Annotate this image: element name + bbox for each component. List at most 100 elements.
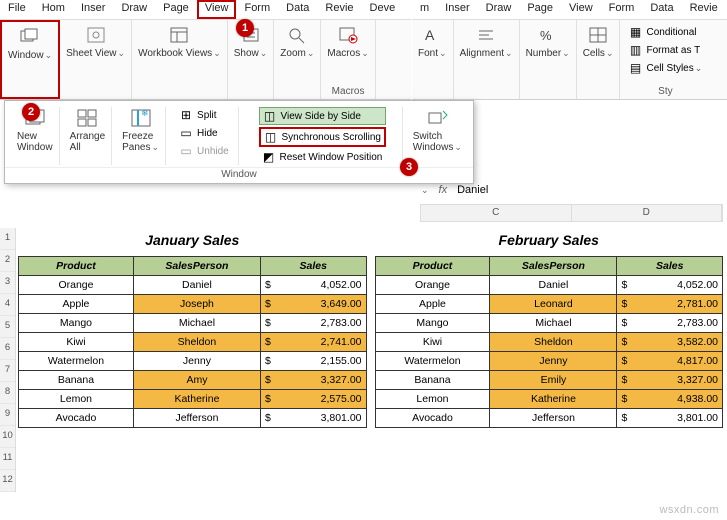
cell-sales[interactable]: $2,783.00 [617,314,723,333]
table-row[interactable]: LemonKatherine$4,938.00 [375,390,723,409]
row-2[interactable]: 2 [0,250,15,272]
cell-sales[interactable]: $3,801.00 [260,409,366,428]
reset-window-position-button[interactable]: ◩Reset Window Position [259,149,387,165]
row-12[interactable]: 12 [0,470,15,492]
fx-icon[interactable]: fx [439,184,448,196]
cell-salesperson[interactable]: Michael [490,314,617,333]
table-row[interactable]: MangoMichael$2,783.00 [375,314,723,333]
cell-sales[interactable]: $2,783.00 [260,314,366,333]
arrange-all-button[interactable]: Arrange All [70,107,106,153]
table-row[interactable]: WatermelonJenny$4,817.00 [375,352,723,371]
alignment-button[interactable]: Alignment [460,24,513,59]
number-button[interactable]: % Number [526,24,570,59]
cell-sales[interactable]: $4,817.00 [617,352,723,371]
cell-salesperson[interactable]: Sheldon [490,333,617,352]
cell-sales[interactable]: $4,052.00 [617,276,723,295]
cell-product[interactable]: Avocado [375,409,490,428]
tab-page[interactable]: Page [155,0,197,19]
tab2-home[interactable]: m [412,0,437,19]
unhide-button[interactable]: ▭Unhide [176,143,232,159]
row-6[interactable]: 6 [0,338,15,360]
cell-sales[interactable]: $3,801.00 [617,409,723,428]
cell-salesperson[interactable]: Katherine [133,390,260,409]
table-row[interactable]: AppleJoseph$3,649.00 [19,295,367,314]
row-4[interactable]: 4 [0,294,15,316]
tab-review[interactable]: Revie [317,0,361,19]
tab-home[interactable]: Hom [34,0,73,19]
tab-developer[interactable]: Deve [362,0,404,19]
cell-product[interactable]: Avocado [19,409,134,428]
sheet-view-button[interactable]: Sheet View [66,24,125,59]
table-row[interactable]: AvocadoJefferson$3,801.00 [19,409,367,428]
conditional-formatting-button[interactable]: ▦Conditional [626,24,704,40]
tab2-review[interactable]: Revie [682,0,726,19]
formula-dropdown[interactable] [420,184,429,196]
cell-salesperson[interactable]: Daniel [490,276,617,295]
tab2-view[interactable]: View [561,0,601,19]
tab2-data[interactable]: Data [642,0,681,19]
cell-product[interactable]: Watermelon [375,352,490,371]
cell-product[interactable]: Orange [19,276,134,295]
cell-product[interactable]: Apple [19,295,134,314]
cell-sales[interactable]: $4,938.00 [617,390,723,409]
cell-salesperson[interactable]: Joseph [133,295,260,314]
table-row[interactable]: BananaEmily$3,327.00 [375,371,723,390]
cell-sales[interactable]: $2,575.00 [260,390,366,409]
format-as-table-button[interactable]: ▥Format as T [626,42,704,58]
tab-data[interactable]: Data [278,0,317,19]
window-button[interactable]: Window [8,26,52,61]
cell-salesperson[interactable]: Katherine [490,390,617,409]
row-7[interactable]: 7 [0,360,15,382]
cell-sales[interactable]: $3,327.00 [617,371,723,390]
synchronous-scrolling-button[interactable]: ◫Synchronous Scrolling [259,127,387,147]
tab2-insert[interactable]: Inser [437,0,477,19]
zoom-button[interactable]: Zoom [280,24,314,59]
cell-sales[interactable]: $2,781.00 [617,295,723,314]
cell-product[interactable]: Kiwi [19,333,134,352]
tab-insert[interactable]: Inser [73,0,113,19]
switch-windows-button[interactable]: Switch Windows [413,107,462,153]
cell-sales[interactable]: $3,649.00 [260,295,366,314]
table-row[interactable]: KiwiSheldon$2,741.00 [19,333,367,352]
cell-product[interactable]: Mango [375,314,490,333]
row-9[interactable]: 9 [0,404,15,426]
cell-product[interactable]: Kiwi [375,333,490,352]
table-row[interactable]: BananaAmy$3,327.00 [19,371,367,390]
cell-salesperson[interactable]: Jenny [133,352,260,371]
tab2-form[interactable]: Form [601,0,643,19]
cell-product[interactable]: Banana [19,371,134,390]
cell-sales[interactable]: $3,327.00 [260,371,366,390]
table-row[interactable]: LemonKatherine$2,575.00 [19,390,367,409]
cell-sales[interactable]: $3,582.00 [617,333,723,352]
macros-button[interactable]: Macros [327,24,368,59]
tab-form[interactable]: Form [236,0,278,19]
cell-salesperson[interactable]: Emily [490,371,617,390]
tab2-draw[interactable]: Draw [478,0,520,19]
cell-styles-button[interactable]: ▤Cell Styles [626,60,704,76]
cell-salesperson[interactable]: Daniel [133,276,260,295]
table-row[interactable]: OrangeDaniel$4,052.00 [375,276,723,295]
cell-salesperson[interactable]: Sheldon [133,333,260,352]
hide-button[interactable]: ▭Hide [176,125,232,141]
cell-product[interactable]: Banana [375,371,490,390]
tab-view[interactable]: View [197,0,237,19]
cell-product[interactable]: Watermelon [19,352,134,371]
table-row[interactable]: AppleLeonard$2,781.00 [375,295,723,314]
cell-sales[interactable]: $2,741.00 [260,333,366,352]
cells-button[interactable]: Cells [583,24,614,59]
cell-salesperson[interactable]: Jenny [490,352,617,371]
font-button[interactable]: A Font [418,24,447,59]
row-5[interactable]: 5 [0,316,15,338]
workbook-views-button[interactable]: Workbook Views [138,24,221,59]
table-row[interactable]: OrangeDaniel$4,052.00 [19,276,367,295]
table-row[interactable]: KiwiSheldon$3,582.00 [375,333,723,352]
row-11[interactable]: 11 [0,448,15,470]
table-row[interactable]: AvocadoJefferson$3,801.00 [375,409,723,428]
row-3[interactable]: 3 [0,272,15,294]
cell-product[interactable]: Mango [19,314,134,333]
row-8[interactable]: 8 [0,382,15,404]
cell-product[interactable]: Orange [375,276,490,295]
cell-salesperson[interactable]: Jefferson [133,409,260,428]
table-row[interactable]: MangoMichael$2,783.00 [19,314,367,333]
tab-file[interactable]: File [0,0,34,19]
